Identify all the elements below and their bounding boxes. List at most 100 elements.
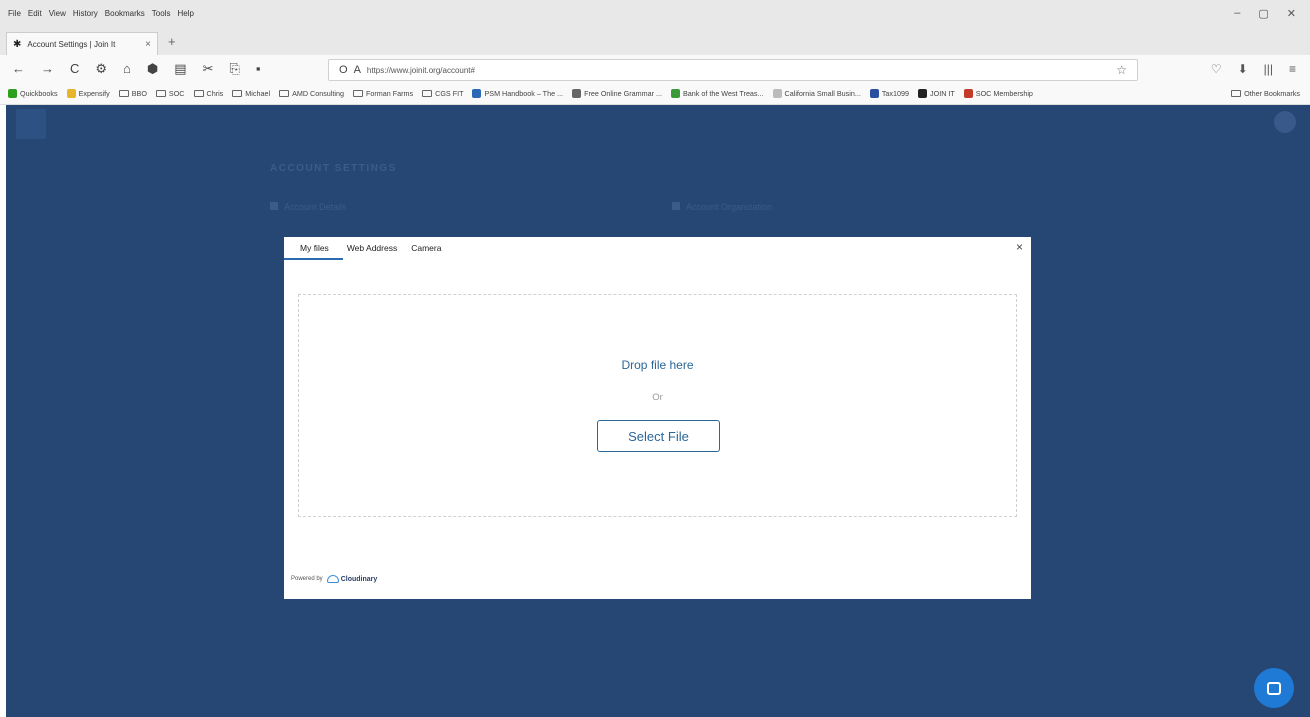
modal-tabs: My files Web Address Camera [284, 237, 1031, 260]
bookmark-item[interactable]: Tax1099 [869, 89, 910, 98]
bookmark-item[interactable]: Forman Farms [353, 89, 413, 98]
new-tab-button[interactable]: + [168, 34, 176, 49]
bookmark-item[interactable]: JOIN IT [918, 89, 955, 98]
bookmark-label: Free Online Grammar ... [584, 89, 662, 98]
soc-icon [963, 89, 973, 98]
settings-icon[interactable]: ⚙ [95, 61, 107, 77]
maximize-icon[interactable]: ▢ [1258, 7, 1268, 20]
bookmark-star-icon[interactable]: ☆ [1116, 63, 1127, 77]
bookmark-item[interactable]: Michael [232, 89, 270, 98]
lock-icon: A [353, 64, 361, 76]
menu-item-edit[interactable]: Edit [28, 9, 42, 18]
expensify-icon [66, 89, 76, 98]
bookmark-label: BBO [131, 89, 147, 98]
sidebar-icon[interactable]: ▤ [174, 61, 186, 77]
bookmark-item[interactable]: BBO [118, 89, 147, 98]
folder-icon [279, 90, 290, 97]
close-icon[interactable]: × [1016, 240, 1023, 254]
tab-my-files[interactable]: My files [284, 237, 343, 260]
menu-list: File Edit View History Bookmarks Tools Help [8, 9, 194, 18]
select-file-button[interactable]: Select File [597, 420, 720, 452]
cut-icon[interactable]: ✂ [203, 61, 214, 77]
home-icon[interactable]: ⌂ [123, 61, 131, 77]
tab-web-address[interactable]: Web Address [343, 237, 406, 260]
tab-strip: ✱ Account Settings | Join It × + [0, 28, 1310, 55]
chat-launcher-button[interactable] [1254, 668, 1294, 708]
other-bookmarks[interactable]: Other Bookmarks [1231, 89, 1300, 98]
folder-icon [232, 90, 243, 97]
bookmark-item[interactable]: Quickbooks [8, 89, 58, 98]
bookmark-item[interactable]: CGS FIT [422, 89, 463, 98]
folder-icon [118, 90, 129, 97]
account-details-section: Account Details [270, 202, 347, 212]
joinit-favicon-icon: ✱ [13, 38, 22, 50]
section-title: Account Organization [686, 202, 773, 212]
bookmark-label: AMD Consulting [292, 89, 344, 98]
bookmark-item[interactable]: PSM Handbook – The ... [472, 89, 563, 98]
url-text[interactable]: https://www.joinit.org/account# [367, 66, 1110, 75]
back-icon[interactable]: ← [12, 61, 25, 77]
section-icon [672, 202, 680, 210]
folder-icon [193, 90, 204, 97]
tab-camera[interactable]: Camera [406, 237, 450, 260]
bookmark-label: Expensify [78, 89, 110, 98]
close-window-icon[interactable]: ✕ [1287, 7, 1296, 20]
reload-icon[interactable]: C [70, 61, 79, 77]
file-drop-zone[interactable]: Drop file here Or Select File [298, 294, 1017, 517]
bookmark-label: Tax1099 [881, 89, 910, 98]
toolbar-right: ♡ ⬇ ||| ≡ [1211, 62, 1296, 76]
menu-item-tools[interactable]: Tools [152, 9, 171, 18]
menu-item-bookmarks[interactable]: Bookmarks [105, 9, 145, 18]
cloudinary-logo[interactable]: Cloudinary [326, 575, 377, 583]
bookmark-item[interactable]: SOC [155, 89, 185, 98]
menu-item-history[interactable]: History [73, 9, 98, 18]
bookmark-label: PSM Handbook – The ... [484, 89, 564, 98]
avatar[interactable] [1274, 111, 1296, 133]
bookmark-item[interactable]: Free Online Grammar ... [572, 89, 662, 98]
upload-modal: My files Web Address Camera × Drop file … [284, 237, 1031, 599]
download-icon[interactable]: ⬇ [1238, 62, 1248, 76]
save-icon[interactable]: ▪ [256, 61, 261, 77]
url-bar[interactable]: O A https://www.joinit.org/account# ☆ [328, 59, 1138, 81]
bookmark-item[interactable]: Expensify [66, 89, 110, 98]
menu-icon[interactable]: ≡ [1289, 62, 1296, 76]
bookmark-label: Forman Farms [366, 89, 414, 98]
or-label: Or [652, 392, 663, 403]
browser-tab[interactable]: ✱ Account Settings | Join It × [6, 32, 158, 55]
menu-item-view[interactable]: View [49, 9, 66, 18]
menu-item-help[interactable]: Help [177, 9, 193, 18]
powered-by-label: Powered by [291, 576, 323, 582]
green-circle-icon [8, 89, 17, 98]
window-controls: – ▢ ✕ [1234, 7, 1296, 20]
bank-icon [670, 89, 680, 98]
pocket-icon[interactable]: ♡ [1211, 62, 1222, 76]
nav-buttons: ← → C ⚙ ⌂ ⬢ ▤ ✂ ⎘ ▪ [12, 61, 260, 77]
bookmark-item[interactable]: SOC Membership [963, 89, 1033, 98]
bookmark-label: Quickbooks [20, 89, 58, 98]
bookmark-label: Chris [206, 89, 224, 98]
section-icon [270, 202, 278, 210]
tab-close-icon[interactable]: × [145, 39, 151, 50]
tax-icon [869, 89, 879, 98]
copy-icon[interactable]: ⎘ [229, 61, 239, 77]
bookmark-item[interactable]: Chris [193, 89, 224, 98]
bookmark-label: Michael [245, 89, 271, 98]
minimize-icon[interactable]: – [1234, 7, 1240, 20]
bookmark-item[interactable]: AMD Consulting [279, 89, 344, 98]
folder-icon [422, 90, 433, 97]
joinit-icon [918, 89, 928, 98]
bookmark-item[interactable]: California Small Busin... [772, 89, 861, 98]
powered-by: Powered by Cloudinary [291, 575, 377, 583]
globe-icon [572, 89, 582, 98]
folder-icon [155, 90, 166, 97]
drop-file-label: Drop file here [621, 358, 694, 372]
menu-item-file[interactable]: File [8, 9, 21, 18]
bookmark-label: JOIN IT [930, 89, 955, 98]
library-icon[interactable]: ||| [1264, 62, 1273, 76]
forward-icon[interactable]: → [41, 61, 54, 77]
page-title: ACCOUNT SETTINGS [270, 163, 397, 174]
account-organization-section: Account Organization [672, 202, 772, 212]
extension-icon[interactable]: ⬢ [147, 61, 158, 77]
bookmark-item[interactable]: Bank of the West Treas... [670, 89, 764, 98]
app-logo[interactable] [16, 109, 46, 139]
